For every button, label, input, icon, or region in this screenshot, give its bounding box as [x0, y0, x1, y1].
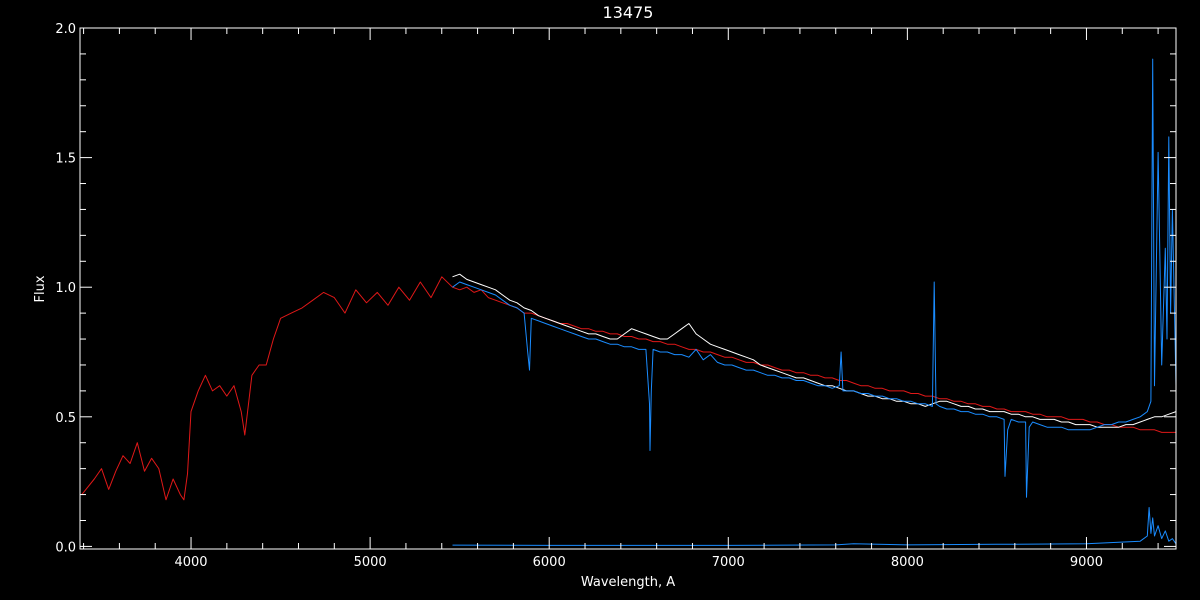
y-tick-label-3: 1.5: [55, 152, 76, 167]
x-tick-label-2: 6000: [533, 555, 566, 570]
y-tick-label-1: 0.5: [55, 411, 76, 426]
x-tick-label-4: 8000: [891, 555, 924, 570]
y-tick-label-0: 0.0: [55, 540, 76, 555]
chart-title: 13475: [603, 3, 654, 22]
x-tick-label-0: 4000: [174, 555, 207, 570]
y-axis-title: Flux: [33, 275, 48, 302]
spectrum-chart: 13475 4000 5000 6000 7000 8000 9000 0.0 0.5 1.0 1…: [0, 0, 1200, 600]
y-tick-label-4: 2.0: [55, 22, 76, 37]
x-axis-title: Wavelength, A: [581, 575, 675, 590]
y-tick-label-2: 1.0: [55, 281, 76, 296]
x-tick-label-3: 7000: [712, 555, 745, 570]
x-tick-label-1: 5000: [354, 555, 387, 570]
chart-background: [0, 0, 1200, 600]
x-tick-label-5: 9000: [1070, 555, 1103, 570]
